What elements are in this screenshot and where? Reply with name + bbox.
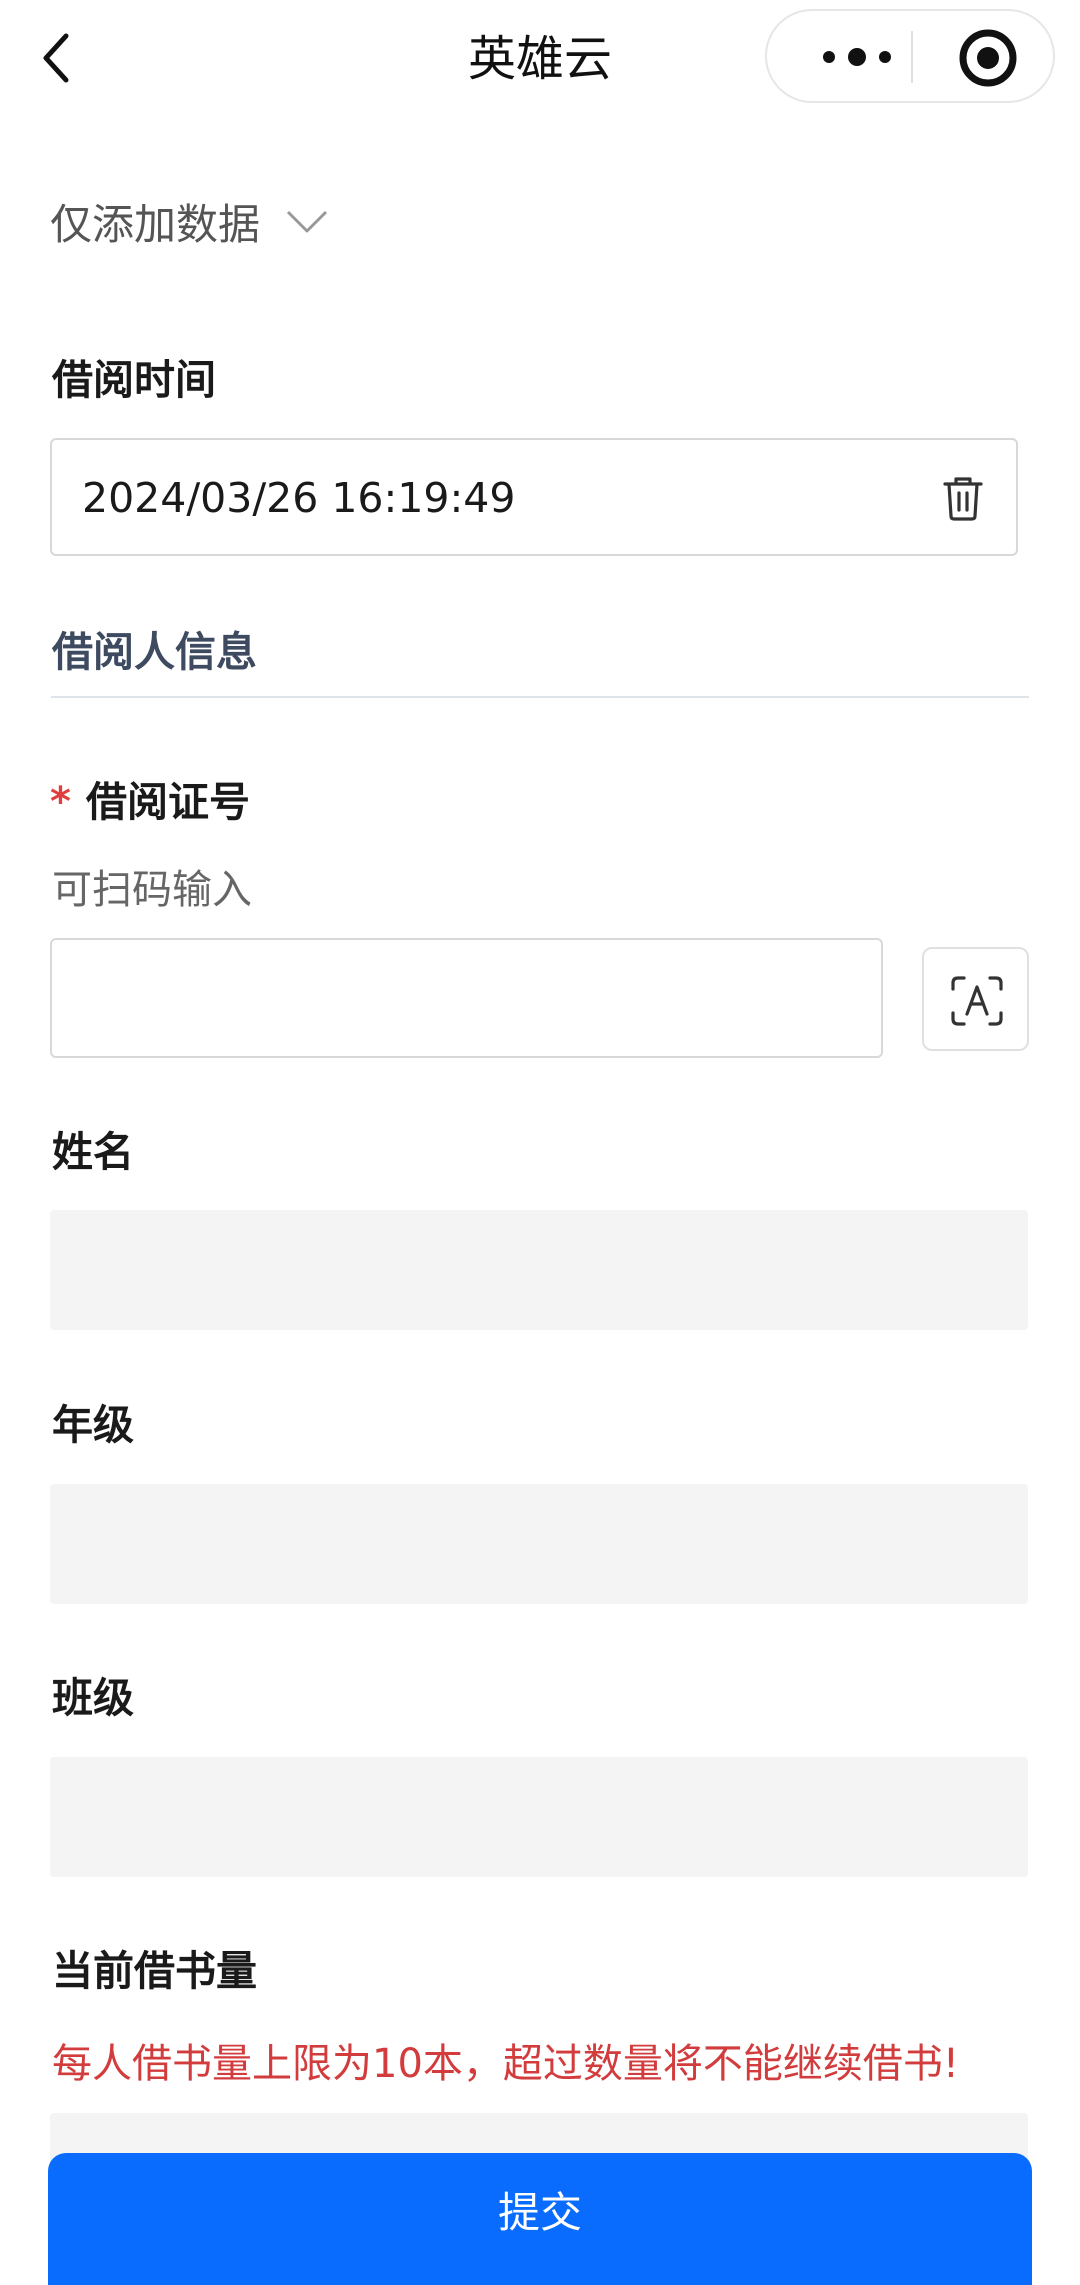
borrow-limit-warning: 每人借书量上限为10本，超过数量将不能继续借书! bbox=[52, 2041, 959, 2087]
card-no-label: 借阅证号 bbox=[86, 778, 250, 826]
scan-button[interactable] bbox=[922, 947, 1029, 1051]
card-no-input[interactable] bbox=[50, 938, 883, 1058]
mini-program-capsule bbox=[765, 9, 1055, 103]
borrow-time-label: 借阅时间 bbox=[52, 356, 216, 404]
borrow-count-label: 当前借书量 bbox=[52, 1947, 257, 1995]
name-label: 姓名 bbox=[52, 1128, 134, 1176]
section-title: 借阅人信息 bbox=[52, 628, 257, 676]
close-mini-program-button[interactable] bbox=[957, 27, 1019, 89]
section-divider bbox=[51, 696, 1029, 698]
class-label: 班级 bbox=[52, 1674, 134, 1722]
chevron-down-icon bbox=[286, 210, 328, 233]
target-circle-icon bbox=[959, 29, 1017, 87]
more-dots-icon bbox=[823, 48, 891, 66]
trash-icon[interactable] bbox=[940, 474, 986, 522]
grade-field bbox=[50, 1484, 1028, 1604]
capsule-divider bbox=[911, 31, 913, 83]
borrow-time-field[interactable]: 2024/03/26 16:19:49 bbox=[50, 438, 1018, 556]
mode-select-value: 仅添加数据 bbox=[50, 199, 261, 249]
card-no-hint: 可扫码输入 bbox=[52, 867, 252, 913]
class-field bbox=[50, 1757, 1028, 1877]
name-field bbox=[50, 1210, 1028, 1330]
more-button[interactable] bbox=[807, 33, 907, 81]
grade-label: 年级 bbox=[52, 1401, 134, 1449]
scan-text-icon bbox=[951, 976, 1003, 1026]
required-mark: * bbox=[50, 779, 71, 825]
submit-button[interactable]: 提交 bbox=[48, 2153, 1032, 2285]
borrow-time-value: 2024/03/26 16:19:49 bbox=[82, 474, 516, 522]
mode-select[interactable]: 仅添加数据 bbox=[50, 190, 330, 252]
